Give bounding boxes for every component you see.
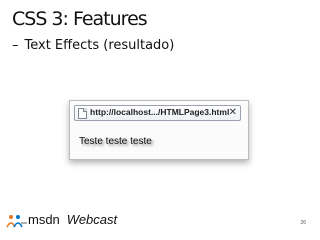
browser-window-screenshot: http://localhost.../HTMLPage3.html ✕ Tes… xyxy=(69,100,249,160)
shadowed-text: Teste teste teste xyxy=(79,136,152,147)
close-icon[interactable]: ✕ xyxy=(229,106,237,119)
slide-subtitle: – Text Effects (resultado) xyxy=(12,38,174,53)
page-number: 26 xyxy=(300,220,306,226)
page-icon xyxy=(78,108,87,119)
tab-url: http://localhost.../HTMLPage3.html xyxy=(90,107,230,117)
logo-text: msdn Webcast xyxy=(28,212,117,227)
slide-title: CSS 3: Features xyxy=(12,8,148,30)
slide: CSS 3: Features – Text Effects (resultado… xyxy=(0,0,320,240)
subtitle-text: Text Effects (resultado) xyxy=(24,38,175,53)
browser-tab[interactable]: http://localhost.../HTMLPage3.html ✕ xyxy=(74,105,241,121)
subtitle-bullet: – xyxy=(12,38,19,53)
logo-brand: msdn xyxy=(28,212,60,227)
people-logo-icon xyxy=(6,215,27,228)
logo-product: Webcast xyxy=(66,212,118,227)
